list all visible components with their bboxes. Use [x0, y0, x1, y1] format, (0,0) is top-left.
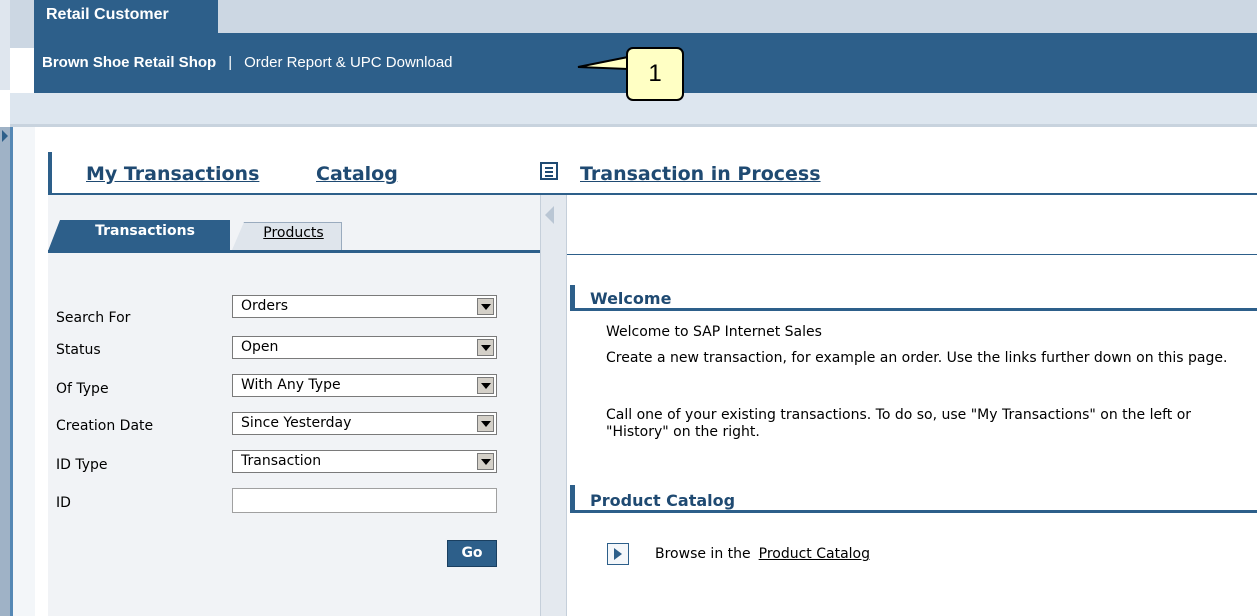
- transaction-in-process-link[interactable]: Transaction in Process: [580, 163, 821, 185]
- search-for-label: Search For: [56, 310, 131, 326]
- id-label: ID: [56, 495, 71, 511]
- retail-customer-tab[interactable]: Retail Customer: [34, 0, 218, 33]
- status-label: Status: [56, 342, 101, 358]
- product-catalog-title: Product Catalog: [590, 491, 736, 510]
- welcome-title: Welcome: [590, 289, 672, 308]
- order-report-link[interactable]: Order Report & UPC Download: [244, 54, 452, 71]
- catalog-link[interactable]: Catalog: [316, 163, 398, 185]
- go-button[interactable]: Go: [447, 540, 497, 567]
- catalog-underline: [570, 510, 1257, 513]
- chevron-down-icon[interactable]: [477, 377, 494, 394]
- document-list-icon: [540, 162, 558, 180]
- catalog-accent-bar: [570, 485, 575, 511]
- id-type-label: ID Type: [56, 457, 108, 473]
- header-separator: |: [228, 54, 233, 71]
- welcome-line-3: Call one of your existing transactions. …: [606, 407, 1192, 440]
- left-gutter: [0, 127, 10, 616]
- collapse-arrow-icon[interactable]: [545, 206, 554, 224]
- right-pane-divider: [567, 254, 1257, 255]
- chevron-down-icon[interactable]: [477, 298, 494, 315]
- panel-splitter[interactable]: [540, 195, 567, 616]
- welcome-line-1: Welcome to SAP Internet Sales: [606, 324, 822, 340]
- id-type-select[interactable]: Transaction: [232, 450, 497, 473]
- play-arrow-icon[interactable]: [607, 543, 629, 565]
- creation-date-value: Since Yesterday: [241, 415, 352, 431]
- welcome-underline: [570, 308, 1257, 311]
- browse-text: Browse in the: [655, 546, 751, 562]
- status-select[interactable]: Open: [232, 336, 497, 359]
- callout-badge: 1: [626, 47, 684, 101]
- chevron-down-icon[interactable]: [477, 339, 494, 356]
- of-type-value: With Any Type: [241, 377, 341, 393]
- product-catalog-link[interactable]: Product Catalog: [759, 546, 870, 562]
- search-for-value: Orders: [241, 298, 289, 314]
- of-type-label: Of Type: [56, 381, 109, 397]
- welcome-line-2: Create a new transaction, for example an…: [606, 350, 1228, 366]
- of-type-select[interactable]: With Any Type: [232, 374, 497, 397]
- browse-row: Browse in the Product Catalog: [655, 546, 870, 562]
- nav-accent-bar: [48, 152, 52, 195]
- id-input[interactable]: [232, 488, 497, 513]
- header-shelf-divider: [10, 124, 1257, 127]
- id-type-value: Transaction: [241, 453, 322, 469]
- my-transactions-link[interactable]: My Transactions: [86, 163, 259, 185]
- creation-date-select[interactable]: Since Yesterday: [232, 412, 497, 435]
- chevron-down-icon[interactable]: [477, 415, 494, 432]
- tab-products[interactable]: Products: [232, 222, 342, 250]
- expand-arrow-icon[interactable]: [2, 130, 8, 142]
- status-value: Open: [241, 339, 279, 355]
- shop-link[interactable]: Brown Shoe Retail Shop: [42, 54, 216, 71]
- chevron-down-icon[interactable]: [477, 453, 494, 470]
- creation-date-label: Creation Date: [56, 418, 154, 434]
- search-for-select[interactable]: Orders: [232, 295, 497, 318]
- tab-transactions[interactable]: Transactions: [48, 220, 230, 251]
- left-rail: [0, 0, 10, 90]
- header-links: Brown Shoe Retail Shop | Order Report & UP…: [42, 54, 453, 71]
- gutter-background: [13, 127, 35, 616]
